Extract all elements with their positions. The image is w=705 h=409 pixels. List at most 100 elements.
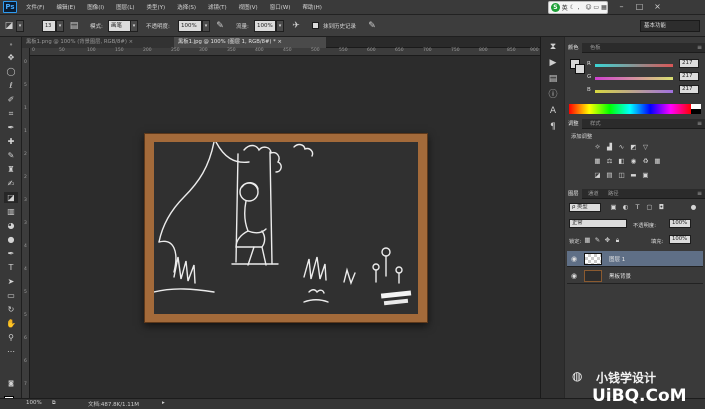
menu-window[interactable]: 窗口(W) [270,3,291,11]
erase-history-checkbox[interactable] [312,22,319,29]
status-icon[interactable]: ⧉ [52,400,56,406]
levels-icon[interactable]: ▟ [605,143,614,151]
ime-toolbar[interactable]: S 英 ☾ , ☺ ▭ ▦ [548,1,608,14]
pressure-opacity-icon[interactable]: ✎ [214,20,226,32]
lock-image-icon[interactable]: ✎ [593,236,602,244]
opacity-input[interactable]: 100% [178,20,202,32]
pen-tool-icon[interactable]: ✒ [4,248,18,259]
slider-red[interactable]: R 217 [587,59,702,69]
posterize-icon[interactable]: ▤ [605,171,614,179]
paragraph-icon[interactable]: ¶ [546,121,560,133]
filter-pixel-icon[interactable]: ▣ [609,203,618,211]
color-lookup-icon[interactable]: ▦ [653,157,662,165]
actions-icon[interactable]: ▶ [546,57,560,69]
menu-layer[interactable]: 图层(L) [116,3,134,11]
quick-mask-icon[interactable]: ◙ [4,378,18,389]
menu-filter[interactable]: 滤镜(T) [208,3,227,11]
slider-green[interactable]: G 217 [587,72,702,82]
minimize-icon[interactable]: – [616,2,627,12]
filter-toggle-icon[interactable]: ● [689,203,698,211]
layer-name[interactable]: 图层 1 [609,255,625,263]
keyboard-icon[interactable]: ▭ [593,4,599,11]
opacity-dropdown[interactable]: ▾ [202,20,210,32]
brush-panel-icon[interactable]: ▤ [68,20,80,32]
moon-icon[interactable]: ☾ [570,4,576,11]
filter-shape-icon[interactable]: ▢ [645,203,654,211]
pressure-size-icon[interactable]: ✎ [366,20,378,32]
move-tool-icon[interactable]: ✥ [4,52,18,63]
flow-input[interactable]: 100% [254,20,276,32]
blue-value-input[interactable]: 217 [679,85,699,94]
edit-toolbar-icon[interactable]: ⋯ [4,346,18,357]
layer-name[interactable]: 黑板背景 [609,272,631,280]
quick-select-tool-icon[interactable]: ✐ [4,94,18,105]
flow-dropdown[interactable]: ▾ [276,20,284,32]
tool-preset-dropdown[interactable]: ▾ [16,20,24,32]
3d-rotate-tool-icon[interactable]: ↻ [4,304,18,315]
close-icon[interactable]: × [652,2,663,12]
document-artwork[interactable] [144,133,428,323]
filter-adjust-icon[interactable]: ◐ [621,203,630,211]
channel-mixer-icon[interactable]: ♻ [641,157,650,165]
photo-filter-icon[interactable]: ◉ [629,157,638,165]
menu-view[interactable]: 视图(V) [239,3,258,11]
color-balance-icon[interactable]: ⚖ [605,157,614,165]
lock-transparent-icon[interactable]: ▦ [583,236,592,244]
emoji-icon[interactable]: ☺ [585,4,591,11]
filter-smart-icon[interactable]: ◘ [657,203,666,211]
history-brush-tool-icon[interactable]: ✍ [4,178,18,189]
red-value-input[interactable]: 217 [679,59,699,68]
tab-channels[interactable]: 通道 [585,189,602,199]
layer-row-selected[interactable]: ◉ 图层 1 [567,251,703,267]
shape-tool-icon[interactable]: ▭ [4,290,18,301]
restore-icon[interactable]: □ [634,2,645,12]
brush-size-picker[interactable]: 13 [42,20,56,32]
panel-menu-icon[interactable]: ≡ [697,189,702,199]
layer-row[interactable]: ◉ 黑板背景 [567,268,703,284]
fill-input[interactable]: 100% [669,235,691,244]
filter-type-icon[interactable]: T [633,203,642,211]
collapse-toolbox-icon[interactable]: » [4,40,18,51]
hand-tool-icon[interactable]: ✋ [4,318,18,329]
panel-menu-icon[interactable]: ≡ [697,119,702,129]
comma-icon[interactable]: , [578,4,584,11]
lasso-tool-icon[interactable]: ℓ [4,80,18,91]
exposure-icon[interactable]: ◩ [629,143,638,151]
tab-layers[interactable]: 图层 [565,189,582,199]
menu-file[interactable]: 文件(F) [26,3,44,11]
crop-tool-icon[interactable]: ⌗ [4,108,18,119]
blend-mode-select[interactable]: 正常 [569,219,627,228]
blur-tool-icon[interactable]: ◕ [4,220,18,231]
canvas-area[interactable] [30,56,540,398]
brush-tool-icon[interactable]: ✎ [4,150,18,161]
slider-blue[interactable]: B 217 [587,85,702,95]
path-select-tool-icon[interactable]: ➤ [4,276,18,287]
layer-filter-select[interactable]: ρ 类型 [569,203,601,212]
marquee-tool-icon[interactable]: ◯ [4,66,18,77]
eye-icon[interactable]: ◉ [569,254,579,264]
brush-picker-dropdown[interactable]: ▾ [56,20,64,32]
tab-styles[interactable]: 样式 [587,119,604,129]
panel-menu-icon[interactable]: ≡ [697,43,702,53]
dodge-tool-icon[interactable]: ● [4,234,18,245]
eyedropper-tool-icon[interactable]: ✒ [4,122,18,133]
ime-mode-label[interactable]: 英 [562,3,568,12]
info-icon[interactable]: ⓘ [546,89,560,101]
zoom-level[interactable]: 100% [26,400,42,406]
invert-icon[interactable]: ◪ [593,171,602,179]
tab-paths[interactable]: 路径 [605,189,622,199]
curves-icon[interactable]: ∿ [617,143,626,151]
layer-opacity-input[interactable]: 100% [669,219,691,228]
green-value-input[interactable]: 217 [679,72,699,81]
black-white-icon[interactable]: ◧ [617,157,626,165]
menu-image[interactable]: 图像(I) [87,3,104,11]
character-icon[interactable]: A [546,105,560,117]
brightness-icon[interactable]: ☼ [593,143,602,151]
tab-color[interactable]: 颜色 [565,43,582,53]
eraser-tool-icon[interactable]: ◪ [3,20,15,32]
selective-color-icon[interactable]: ▣ [641,171,650,179]
clone-stamp-tool-icon[interactable]: ♜ [4,164,18,175]
tab-blackboard-png[interactable]: 黑板1.png @ 100% (背景图层, RGB/8#) × [22,37,174,48]
color-bg-swatch[interactable] [575,64,585,74]
color-spectrum[interactable] [569,104,691,114]
